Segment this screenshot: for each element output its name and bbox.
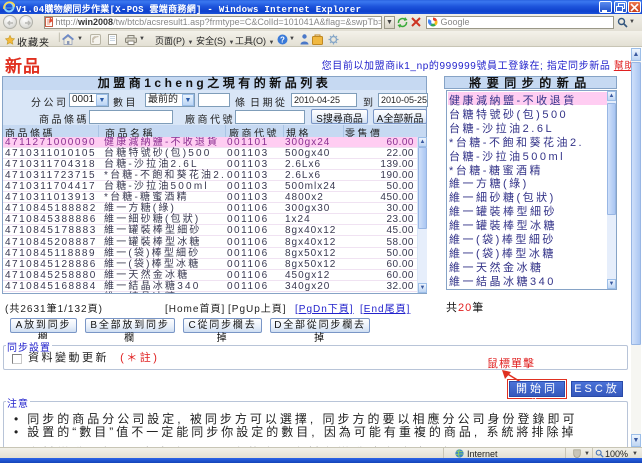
svg-text:?: ?	[280, 35, 285, 44]
